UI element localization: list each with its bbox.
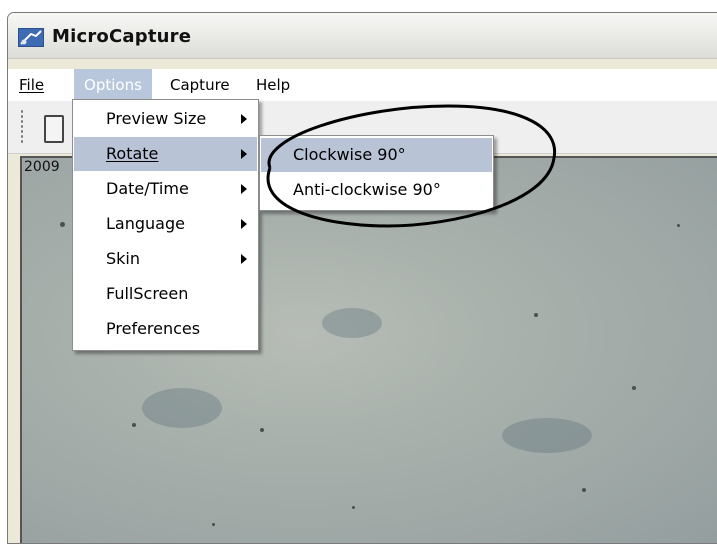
menu-item-date-time[interactable]: Date/Time	[74, 172, 257, 206]
submenu-arrow-icon	[241, 254, 247, 264]
menu-help-label: Help	[256, 76, 291, 94]
window-title: MicroCapture	[52, 26, 192, 47]
menu-item-language[interactable]: Language	[74, 207, 257, 241]
menu-item-label: Rotate	[106, 144, 159, 163]
microscope-app-icon	[18, 28, 44, 47]
menu-item-label: Preferences	[106, 319, 201, 338]
menu-item-label: Preview Size	[106, 109, 207, 128]
menu-bar: File Options Capture Help	[8, 69, 717, 101]
specimen-speck	[260, 428, 264, 432]
submenu-arrow-icon	[241, 149, 247, 159]
specimen-speck	[352, 506, 355, 509]
specimen-speck	[632, 386, 636, 390]
menu-file[interactable]: File	[19, 69, 49, 101]
specimen-speck	[534, 313, 538, 317]
menu-item-label: FullScreen	[106, 284, 189, 303]
menu-help[interactable]: Help	[256, 69, 296, 101]
specimen-blot	[322, 308, 382, 338]
specimen-speck	[132, 423, 136, 427]
menu-item-skin[interactable]: Skin	[74, 242, 257, 276]
title-bar[interactable]: MicroCapture	[8, 13, 717, 59]
specimen-blot	[502, 418, 592, 453]
menu-item-fullscreen[interactable]: FullScreen	[74, 277, 257, 311]
submenu-arrow-icon	[241, 219, 247, 229]
specimen-speck	[212, 523, 215, 526]
menu-item-rotate[interactable]: Rotate	[74, 137, 257, 171]
specimen-speck	[677, 224, 680, 227]
specimen-speck	[582, 488, 586, 492]
menu-options-label: Options	[84, 76, 142, 94]
specimen-blot	[142, 388, 222, 428]
options-dropdown-menu: Preview Size Rotate Date/Time Language S…	[72, 99, 259, 351]
toolbar-grip-handle[interactable]	[20, 109, 24, 145]
menu-options[interactable]: Options	[74, 69, 152, 101]
menu-file-label: File	[19, 76, 45, 94]
menu-item-label: Language	[106, 214, 185, 233]
menu-item-label: Date/Time	[106, 179, 189, 198]
submenu-arrow-icon	[241, 114, 247, 124]
menu-capture-label: Capture	[170, 76, 230, 94]
timestamp-overlay: 2009	[24, 159, 60, 175]
capture-tool-button[interactable]	[44, 115, 64, 143]
specimen-speck	[60, 222, 65, 227]
menu-capture[interactable]: Capture	[170, 69, 240, 101]
submenu-arrow-icon	[241, 184, 247, 194]
menu-item-preview-size[interactable]: Preview Size	[74, 102, 257, 136]
menu-item-label: Skin	[106, 249, 141, 268]
menu-item-preferences[interactable]: Preferences	[74, 312, 257, 346]
annotation-ellipse	[266, 104, 557, 228]
